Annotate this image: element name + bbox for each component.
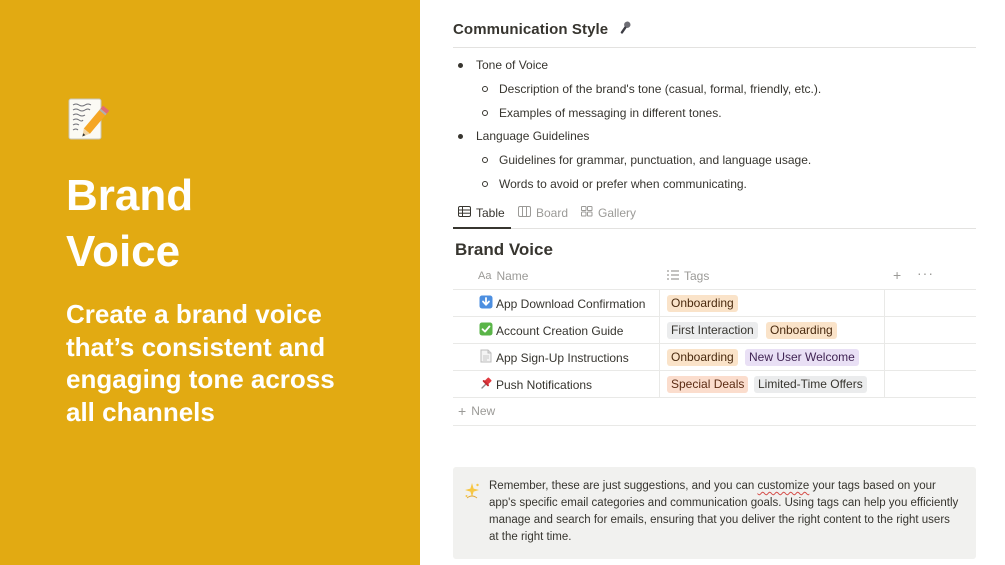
- bullet-label: Tone of Voice: [476, 58, 549, 72]
- table-row[interactable]: Account Creation Guide: [479, 322, 623, 339]
- row-title: App Sign-Up Instructions: [496, 350, 629, 365]
- tag-new-user-welcome: New User Welcome: [745, 349, 859, 366]
- callout: Remember, these are just suggestions, an…: [453, 467, 976, 559]
- bullet-ring: [482, 157, 488, 163]
- tag-special-deals: Special Deals: [667, 376, 749, 393]
- table-icon: [458, 206, 471, 220]
- sub-bullet: Words to avoid or prefer when communicat…: [482, 177, 747, 191]
- row-title: Account Creation Guide: [496, 323, 624, 338]
- bullet-label: Language Guidelines: [476, 129, 590, 143]
- sub-bullet: Description of the brand's tone (casual,…: [482, 82, 822, 96]
- table-row[interactable]: App Download Confirmation: [479, 295, 645, 312]
- row-title: Push Notifications: [496, 377, 593, 392]
- tab-table[interactable]: Table: [458, 206, 505, 220]
- row-title: App Download Confirmation: [496, 296, 646, 311]
- column-header-tags[interactable]: Tags: [667, 269, 709, 283]
- callout-misspelled-word: customize: [757, 480, 810, 492]
- section-heading-text: Communication Style: [453, 21, 609, 38]
- sub-bullet-text: Examples of messaging in different tones…: [499, 106, 722, 120]
- tab-gallery[interactable]: Gallery: [581, 206, 636, 220]
- table-divider: [453, 343, 976, 344]
- tabs-divider: [453, 228, 976, 229]
- microphone-icon: [617, 20, 633, 40]
- bullet-tone-of-voice: Tone of Voice: [458, 58, 549, 72]
- bullet-ring: [482, 86, 488, 92]
- down-arrow-emoji-icon: [479, 295, 493, 312]
- column-header-name[interactable]: Aa Name: [478, 269, 528, 283]
- sub-bullet-text: Description of the brand's tone (casual,…: [499, 82, 822, 96]
- hero-title-line1: Brand: [66, 171, 194, 220]
- bullet-ring: [482, 110, 488, 116]
- plus-icon: +: [458, 403, 467, 419]
- table-divider: [453, 289, 976, 290]
- sub-bullet: Examples of messaging in different tones…: [482, 106, 722, 120]
- table-divider: [453, 370, 976, 371]
- table-divider: [453, 316, 976, 317]
- sub-bullet-text: Words to avoid or prefer when communicat…: [499, 177, 747, 191]
- sparkle-emoji-icon: [463, 482, 481, 505]
- gallery-icon: [581, 206, 593, 220]
- plus-icon[interactable]: +: [893, 267, 901, 283]
- bullet-language-guidelines: Language Guidelines: [458, 129, 590, 143]
- tag-limited-time-offers: Limited-Time Offers: [754, 376, 867, 393]
- new-row-label: New: [471, 404, 496, 418]
- list-property-icon: [667, 269, 679, 283]
- hero-subtitle: Create a brand voice that’s consistent a…: [66, 299, 335, 427]
- new-row-button[interactable]: + New: [458, 403, 495, 419]
- memo-pencil-icon: [66, 97, 110, 143]
- heading-divider: [453, 47, 976, 48]
- callout-text: Remember, these are just suggestions, an…: [489, 478, 959, 546]
- table-row[interactable]: App Sign-Up Instructions: [479, 349, 629, 366]
- ellipsis-icon[interactable]: ···: [917, 265, 934, 281]
- tag-onboarding: Onboarding: [667, 295, 738, 312]
- callout-text-part: Remember, these are just suggestions, an…: [489, 480, 758, 492]
- sub-bullet-text: Guidelines for grammar, punctuation, and…: [499, 153, 812, 167]
- column-header-label: Tags: [684, 269, 710, 283]
- tag-first-interaction: First Interaction: [667, 322, 758, 339]
- page-emoji-icon: [479, 349, 493, 366]
- pushpin-emoji-icon: [479, 376, 493, 393]
- table-row[interactable]: Push Notifications: [479, 376, 592, 393]
- table-divider: [453, 397, 976, 398]
- section-heading: Communication Style: [453, 20, 633, 40]
- tag-onboarding: Onboarding: [667, 349, 738, 366]
- active-tab-indicator: [453, 227, 511, 229]
- column-divider: [884, 289, 885, 397]
- tab-label: Board: [536, 206, 569, 220]
- bullet-dot: [458, 63, 463, 68]
- tab-board[interactable]: Board: [518, 206, 568, 220]
- database-title: Brand Voice: [455, 240, 553, 259]
- sub-bullet: Guidelines for grammar, punctuation, and…: [482, 153, 812, 167]
- bullet-dot: [458, 134, 463, 139]
- hero-title: Brand Voice: [66, 168, 396, 280]
- text-property-icon: Aa: [478, 270, 492, 282]
- tag-onboarding: Onboarding: [766, 322, 837, 339]
- table-divider: [453, 425, 976, 426]
- column-divider: [659, 289, 660, 397]
- board-icon: [518, 206, 531, 220]
- tab-label: Table: [476, 206, 505, 220]
- hero-title-line2: Voice: [66, 227, 181, 276]
- column-header-label: Name: [496, 269, 529, 283]
- check-mark-emoji-icon: [479, 322, 493, 339]
- hero-panel: Brand Voice Create a brand voice that’s …: [0, 0, 420, 565]
- bullet-ring: [482, 181, 488, 187]
- notion-page: Communication Style Tone of Voice Descri…: [420, 0, 1005, 565]
- tab-label: Gallery: [598, 206, 637, 220]
